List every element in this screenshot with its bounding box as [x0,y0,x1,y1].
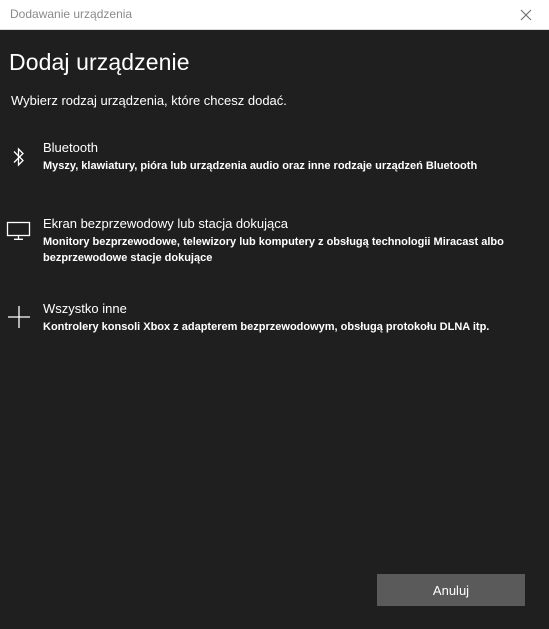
option-description: Monitory bezprzewodowe, telewizory lub k… [43,236,504,264]
page-title: Dodaj urządzenie [9,49,190,75]
close-button[interactable] [503,0,549,29]
option-icon-wrapper [5,143,33,171]
option-title: Wszystko inne [43,301,127,316]
option-icon-wrapper [5,216,33,244]
add-device-window: Dodawanie urządzenia Dodaj urządzenie Wy… [0,0,549,629]
window-title: Dodawanie urządzenia [10,7,133,21]
option-wireless-display[interactable]: Ekran bezprzewodowy lub stacja dokująca … [0,216,549,266]
dialog-content: Dodaj urządzenie Wybierz rodzaj urządzen… [0,30,549,629]
option-bluetooth[interactable]: Bluetooth Myszy, klawiatury, pióra lub u… [0,140,549,174]
cancel-button[interactable]: Anuluj [377,574,525,606]
option-icon-wrapper [5,303,33,331]
plus-icon [8,306,30,328]
option-description: Kontrolery konsoli Xbox z adapterem bezp… [43,321,490,333]
monitor-icon [6,221,31,240]
option-title: Bluetooth [43,140,98,155]
page-subtitle: Wybierz rodzaj urządzenia, które chcesz … [11,93,287,108]
option-title: Ekran bezprzewodowy lub stacja dokująca [43,216,288,231]
option-description: Myszy, klawiatury, pióra lub urządzenia … [43,160,478,172]
close-icon [520,9,532,20]
option-everything-else[interactable]: Wszystko inne Kontrolery konsoli Xbox z … [0,301,549,335]
title-bar: Dodawanie urządzenia [0,0,549,30]
bluetooth-icon [13,147,24,167]
